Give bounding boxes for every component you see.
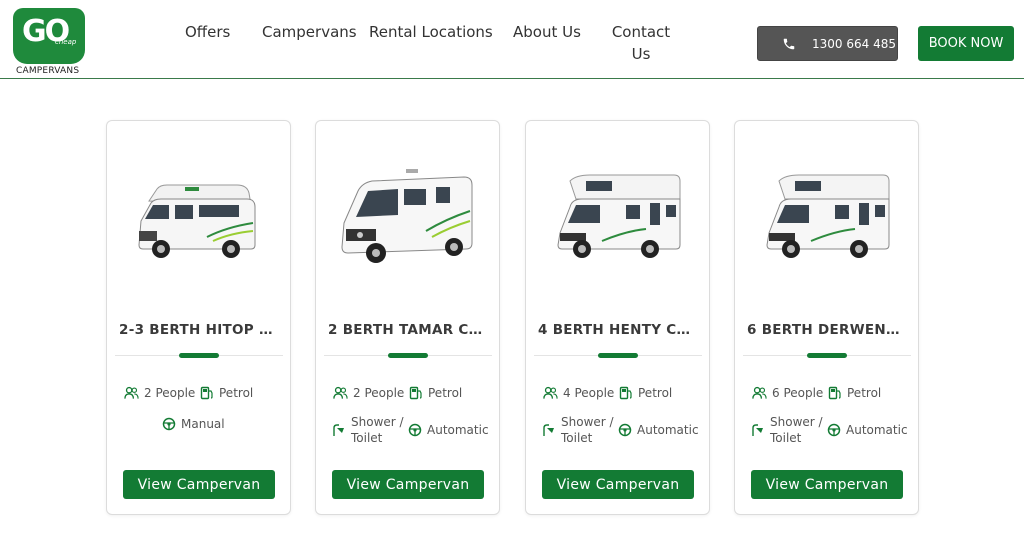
feature-people: 4 People [543, 385, 614, 401]
card-title[interactable]: 4 BERTH HENTY CA... [538, 322, 698, 338]
shower-icon [752, 424, 763, 436]
logo-campervans-text: CAMPERVANS [16, 66, 80, 76]
feature-transmission: Automatic [827, 422, 908, 438]
transmission-label: Manual [181, 417, 225, 431]
card-title[interactable]: 6 BERTH DERWENT ... [747, 322, 907, 338]
logo-cheap-text: cheap [55, 38, 77, 46]
campervan-derwent-image [766, 174, 890, 258]
steering-wheel-icon [618, 423, 632, 437]
campervan-henty-image [557, 174, 681, 258]
feature-transmission: Manual [162, 416, 225, 432]
campervan-hitop-image [138, 184, 256, 258]
card-accent-bar [807, 353, 847, 358]
shower-icon [543, 424, 554, 436]
people-icon [543, 386, 558, 399]
logo-badge: GO cheap [13, 8, 85, 64]
nav-campervans[interactable]: Campervans [262, 21, 357, 43]
shower-label: Shower / Toilet [770, 415, 823, 445]
transmission-label: Automatic [846, 423, 908, 437]
nav-about-us[interactable]: About Us [513, 21, 581, 43]
nav-offers[interactable]: Offers [185, 21, 230, 43]
phone-icon [783, 38, 795, 49]
view-campervan-button[interactable]: View Campervan [332, 470, 484, 499]
campervan-card: 2-3 BERTH HITOP CA... 2 People Petrol Ma… [106, 120, 291, 515]
site-header: GO cheap CAMPERVANS Offers Campervans Re… [0, 0, 1024, 79]
book-now-button[interactable]: BOOK NOW [918, 26, 1014, 61]
shower-label: Shower / Toilet [351, 415, 404, 445]
steering-wheel-icon [827, 423, 841, 437]
people-label: 4 People [563, 386, 615, 400]
nav-contact-us[interactable]: Contact Us [611, 21, 671, 65]
card-title[interactable]: 2 BERTH TAMAR CA... [328, 322, 488, 338]
view-campervan-button[interactable]: View Campervan [542, 470, 694, 499]
feature-transmission: Automatic [618, 422, 699, 438]
shower-label: Shower / Toilet [561, 415, 614, 445]
campervan-card: 4 BERTH HENTY CA... 4 People Petrol Show… [525, 120, 710, 515]
view-campervan-button[interactable]: View Campervan [123, 470, 275, 499]
feature-shower: Shower / Toilet [542, 414, 614, 446]
phone-button[interactable]: 1300 664 485 [757, 26, 898, 61]
transmission-label: Automatic [427, 423, 489, 437]
feature-fuel: Petrol [409, 385, 462, 401]
fuel-pump-icon [828, 386, 841, 400]
people-label: 2 People [353, 386, 405, 400]
feature-people: 6 People [752, 385, 823, 401]
transmission-label: Automatic [637, 423, 699, 437]
feature-people: 2 People [333, 385, 404, 401]
steering-wheel-icon [162, 417, 176, 431]
campervan-card: 2 BERTH TAMAR CA... 2 People Petrol Show… [315, 120, 500, 515]
feature-fuel: Petrol [200, 385, 253, 401]
people-icon [752, 386, 767, 399]
campervan-tamar-image [341, 169, 473, 263]
people-label: 2 People [144, 386, 196, 400]
steering-wheel-icon [408, 423, 422, 437]
feature-shower: Shower / Toilet [751, 414, 823, 446]
fuel-label: Petrol [847, 386, 882, 400]
feature-people: 2 People [124, 385, 195, 401]
fuel-pump-icon [200, 386, 213, 400]
feature-transmission: Automatic [408, 422, 489, 438]
nav-rental-locations[interactable]: Rental Locations [369, 21, 493, 43]
phone-number: 1300 664 485 [812, 36, 896, 51]
people-icon [333, 386, 348, 399]
fuel-label: Petrol [428, 386, 463, 400]
card-title[interactable]: 2-3 BERTH HITOP CA... [119, 322, 279, 338]
feature-fuel: Petrol [619, 385, 672, 401]
campervan-card: 6 BERTH DERWENT ... 6 People Petrol Show… [734, 120, 919, 515]
fuel-pump-icon [409, 386, 422, 400]
card-accent-bar [388, 353, 428, 358]
card-accent-bar [598, 353, 638, 358]
feature-fuel: Petrol [828, 385, 881, 401]
fuel-label: Petrol [219, 386, 254, 400]
view-campervan-button[interactable]: View Campervan [751, 470, 903, 499]
people-icon [124, 386, 139, 399]
shower-icon [333, 424, 344, 436]
fuel-label: Petrol [638, 386, 673, 400]
fuel-pump-icon [619, 386, 632, 400]
brand-logo[interactable]: GO cheap CAMPERVANS [12, 8, 86, 78]
card-accent-bar [179, 353, 219, 358]
people-label: 6 People [772, 386, 824, 400]
feature-shower: Shower / Toilet [332, 414, 404, 446]
